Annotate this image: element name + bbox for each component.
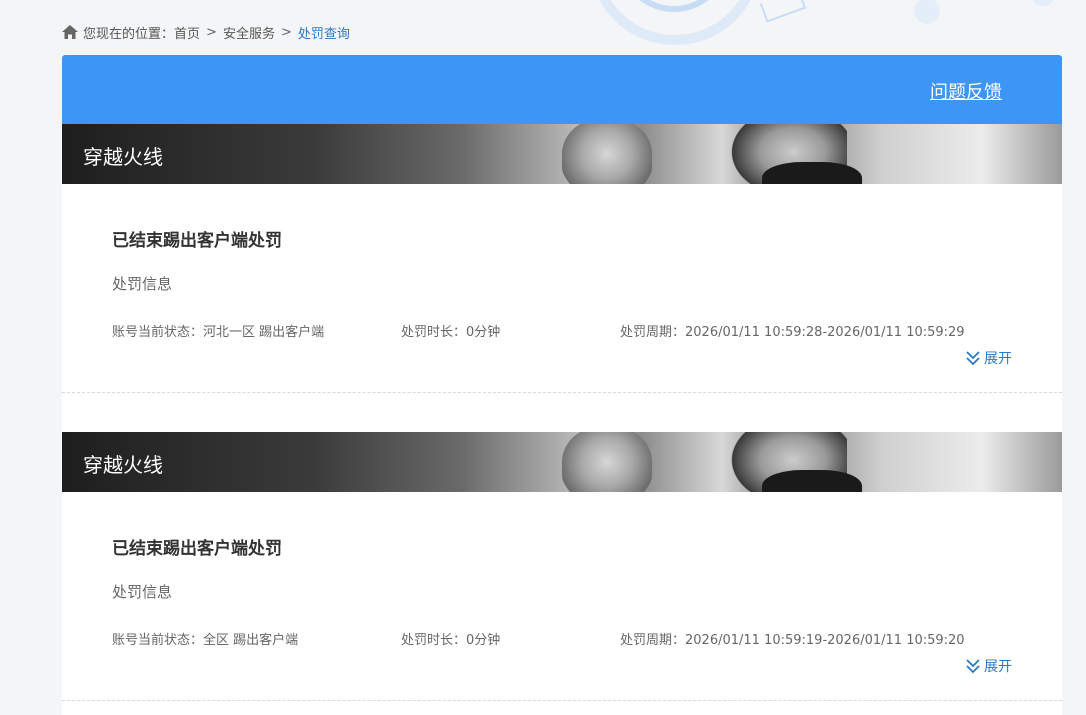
breadcrumb-separator: >	[206, 24, 217, 40]
breadcrumb-home-link[interactable]: 首页	[174, 23, 200, 42]
decorative-card-icon	[759, 0, 807, 23]
chevron-double-down-icon	[966, 659, 980, 674]
breadcrumb-separator: >	[280, 24, 292, 40]
penalty-duration: 处罚时长：0分钟	[401, 325, 501, 340]
penalty-duration: 处罚时长：0分钟	[401, 633, 501, 648]
record-spacer	[62, 393, 1062, 432]
breadcrumb: 您现在的位置： 首页 > 安全服务 > 处罚查询	[62, 22, 350, 42]
record-subtitle: 处罚信息	[112, 583, 173, 601]
page: 您现在的位置： 首页 > 安全服务 > 处罚查询 问题反馈 穿越火线 已结束踢出…	[0, 0, 1086, 715]
penalty-period: 处罚周期：2026/01/11 10:59:28-2026/01/11 10:5…	[620, 325, 965, 340]
chevron-double-down-icon	[966, 351, 980, 366]
game-name: 穿越火线	[83, 145, 163, 169]
penalty-record: 已结束踢出客户端处罚 处罚信息 账号当前状态：全区 踢出客户端 处罚时长：0分钟…	[62, 492, 1062, 701]
expand-label: 展开	[984, 659, 1012, 675]
banner-character-art	[762, 162, 862, 184]
expand-label: 展开	[984, 351, 1012, 367]
penalty-panel: 问题反馈 穿越火线 已结束踢出客户端处罚 处罚信息 账号当前状态：河北一区 踢出…	[62, 55, 1062, 715]
penalty-period: 处罚周期：2026/01/11 10:59:19-2026/01/11 10:5…	[620, 633, 965, 648]
panel-header-bar: 问题反馈	[62, 55, 1062, 124]
home-icon	[62, 25, 78, 39]
record-title: 已结束踢出客户端处罚	[112, 231, 282, 251]
banner-character-art	[562, 432, 652, 492]
breadcrumb-prefix: 您现在的位置：	[83, 26, 175, 42]
penalty-record: 已结束踢出客户端处罚 处罚信息 账号当前状态：河北一区 踢出客户端 处罚时长：0…	[62, 184, 1062, 393]
account-status: 账号当前状态：河北一区 踢出客户端	[112, 325, 325, 340]
expand-button[interactable]: 展开	[965, 348, 1012, 368]
game-banner: 穿越火线	[62, 432, 1062, 492]
breadcrumb-security-link[interactable]: 安全服务	[223, 23, 275, 42]
banner-character-art	[562, 124, 652, 184]
game-banner: 穿越火线	[62, 124, 1062, 184]
banner-character-art	[762, 470, 862, 492]
expand-button[interactable]: 展开	[965, 656, 1012, 676]
game-name: 穿越火线	[83, 453, 163, 477]
record-subtitle: 处罚信息	[112, 275, 173, 293]
record-title: 已结束踢出客户端处罚	[112, 539, 282, 559]
decorative-dot	[914, 0, 940, 24]
account-status: 账号当前状态：全区 踢出客户端	[112, 633, 299, 648]
breadcrumb-current: 处罚查询	[297, 26, 350, 42]
feedback-link[interactable]: 问题反馈	[930, 78, 1002, 104]
decorative-dot	[1032, 0, 1054, 6]
